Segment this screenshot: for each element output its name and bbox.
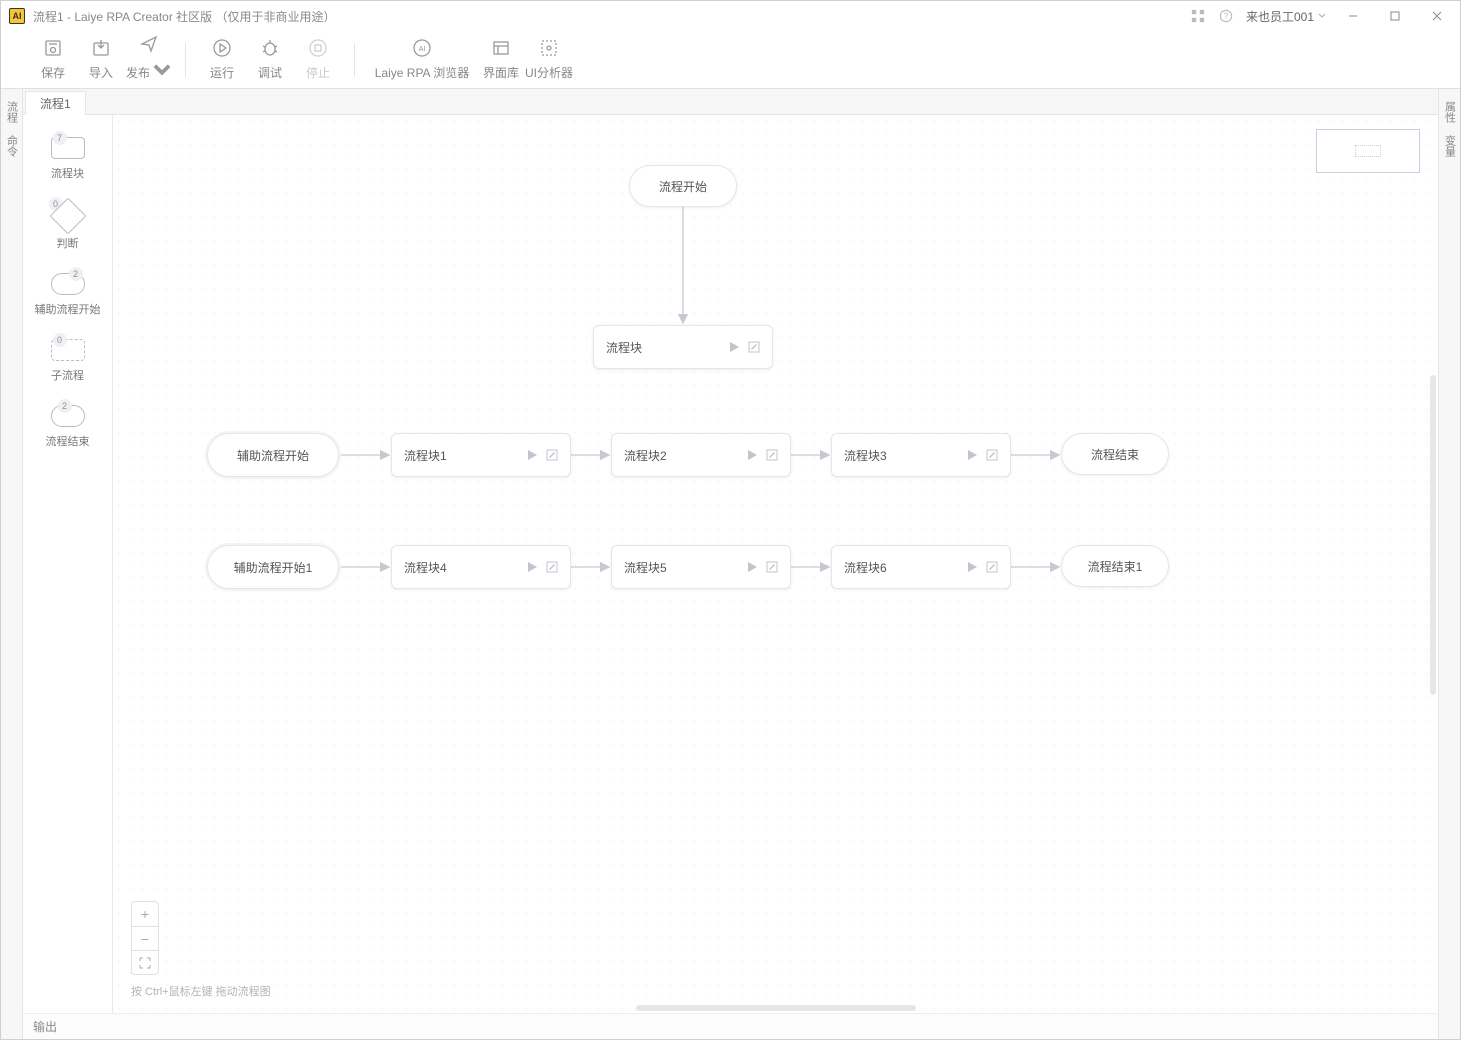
palette-block[interactable]: 7 流程块 xyxy=(51,137,85,181)
node-block-3[interactable]: 流程块3 xyxy=(831,433,1011,477)
user-name: 来也员工001 xyxy=(1246,8,1314,25)
node-main-block[interactable]: 流程块 xyxy=(593,325,773,369)
node-aux-start-1[interactable]: 辅助流程开始 xyxy=(207,433,339,477)
edit-icon[interactable] xyxy=(748,341,760,353)
play-icon[interactable] xyxy=(728,341,740,353)
stop-button: 停止 xyxy=(294,34,342,86)
edit-icon[interactable] xyxy=(986,449,998,461)
node-block-2[interactable]: 流程块2 xyxy=(611,433,791,477)
import-button[interactable]: 导入 xyxy=(77,34,125,86)
edit-icon[interactable] xyxy=(766,449,778,461)
node-start[interactable]: 流程开始 xyxy=(629,165,737,207)
window-title: 流程1 - Laiye RPA Creator 社区版 （仅用于非商业用途） xyxy=(33,8,1190,25)
rail-command[interactable]: 命令 xyxy=(4,129,20,163)
vertical-scrollbar[interactable] xyxy=(1430,375,1436,695)
play-icon[interactable] xyxy=(526,561,538,573)
edit-icon[interactable] xyxy=(546,561,558,573)
node-block-6[interactable]: 流程块6 xyxy=(831,545,1011,589)
play-icon[interactable] xyxy=(746,449,758,461)
help-icon[interactable]: ? xyxy=(1218,8,1234,24)
play-icon[interactable] xyxy=(746,561,758,573)
palette-decision[interactable]: 0 判断 xyxy=(55,203,81,251)
palette-subprocess[interactable]: 0 子流程 xyxy=(51,339,85,383)
close-button[interactable] xyxy=(1422,6,1452,26)
debug-button[interactable]: 调试 xyxy=(246,34,294,86)
analyzer-button[interactable]: UI分析器 xyxy=(525,34,573,86)
palette-end[interactable]: 2 流程结束 xyxy=(46,405,90,449)
rail-variables[interactable]: 变量 xyxy=(1442,129,1458,163)
play-icon[interactable] xyxy=(526,449,538,461)
rail-properties[interactable]: 属性 xyxy=(1442,95,1458,129)
node-block-5[interactable]: 流程块5 xyxy=(611,545,791,589)
edit-icon[interactable] xyxy=(766,561,778,573)
node-aux-start-2[interactable]: 辅助流程开始1 xyxy=(207,545,339,589)
save-button[interactable]: 保存 xyxy=(29,34,77,86)
minimize-button[interactable] xyxy=(1338,6,1368,26)
right-rail: 属性 变量 xyxy=(1438,89,1460,1039)
node-end-1[interactable]: 流程结束 xyxy=(1061,433,1169,475)
browser-button[interactable]: AI Laiye RPA 浏览器 xyxy=(367,34,477,86)
zoom-in-button[interactable]: + xyxy=(132,902,158,926)
rail-process[interactable]: 流程 xyxy=(4,95,20,129)
flow-canvas[interactable]: 流程开始 流程块 辅助流程开始 流程块 xyxy=(113,115,1438,1013)
horizontal-scrollbar[interactable] xyxy=(636,1005,916,1011)
titlebar: AI 流程1 - Laiye RPA Creator 社区版 （仅用于非商业用途… xyxy=(1,1,1460,31)
chevron-down-icon xyxy=(1318,12,1326,20)
run-button[interactable]: 运行 xyxy=(198,34,246,86)
play-icon[interactable] xyxy=(966,561,978,573)
tab-process1[interactable]: 流程1 xyxy=(25,91,86,115)
uilib-button[interactable]: 界面库 xyxy=(477,34,525,86)
canvas-hint: 按 Ctrl+鼠标左键 拖动流程图 xyxy=(131,983,271,999)
publish-button[interactable]: 发布 xyxy=(125,34,173,86)
zoom-out-button[interactable]: − xyxy=(132,926,158,950)
left-rail: 流程 命令 xyxy=(1,89,23,1039)
apps-icon[interactable] xyxy=(1190,8,1206,24)
output-panel-header[interactable]: 输出 xyxy=(23,1013,1438,1039)
app-icon: AI xyxy=(9,8,25,24)
minimap[interactable] xyxy=(1316,129,1420,173)
palette-aux-start[interactable]: 2 辅助流程开始 xyxy=(35,273,101,317)
zoom-controls: + − xyxy=(131,901,159,975)
chevron-down-icon xyxy=(152,60,172,80)
node-palette: 7 流程块 0 判断 2 辅助流程开始 0 xyxy=(23,115,113,1013)
play-icon[interactable] xyxy=(966,449,978,461)
node-block-1[interactable]: 流程块1 xyxy=(391,433,571,477)
node-end-2[interactable]: 流程结束1 xyxy=(1061,545,1169,587)
edit-icon[interactable] xyxy=(986,561,998,573)
toolbar: 保存 导入 发布 运行 调试 停止 xyxy=(1,31,1460,89)
maximize-button[interactable] xyxy=(1380,6,1410,26)
edit-icon[interactable] xyxy=(546,449,558,461)
node-block-4[interactable]: 流程块4 xyxy=(391,545,571,589)
svg-text:?: ? xyxy=(1224,12,1229,21)
tab-bar: 流程1 xyxy=(23,89,1438,115)
zoom-fit-button[interactable] xyxy=(132,950,158,974)
svg-text:AI: AI xyxy=(419,46,426,53)
user-dropdown[interactable]: 来也员工001 xyxy=(1246,8,1326,25)
